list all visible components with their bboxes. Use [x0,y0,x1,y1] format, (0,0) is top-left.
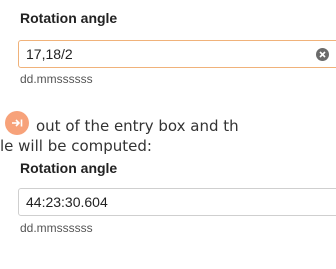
rotation-angle-value: 17,18/2 [26,46,73,62]
instruction-line-1: out of the entry box and th [36,117,239,135]
tab-key-icon [5,111,29,135]
rotation-angle-value-2: 44:23:30.604 [26,194,108,210]
rotation-angle-hint: dd.mmssssss [20,72,93,86]
rotation-angle-hint-2: dd.mmssssss [20,221,93,235]
instruction-line-2: le will be computed: [0,137,152,155]
clear-icon[interactable] [316,48,329,61]
rotation-angle-input-2[interactable]: 44:23:30.604 [18,188,336,216]
rotation-angle-input[interactable]: 17,18/2 [18,40,336,68]
rotation-angle-label: Rotation angle [20,10,118,26]
rotation-angle-label-2: Rotation angle [20,160,118,176]
